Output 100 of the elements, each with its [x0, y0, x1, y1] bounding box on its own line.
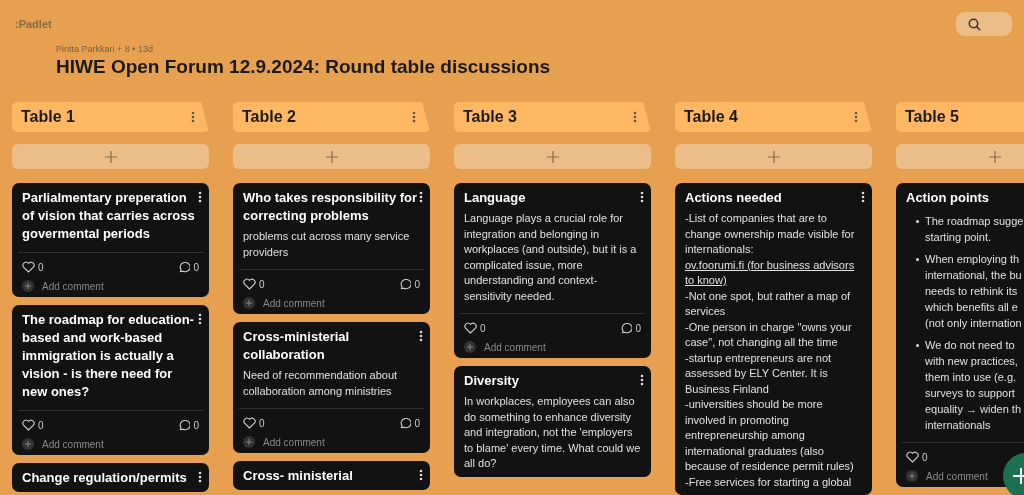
bullet-text: (not only internation [925, 316, 1022, 331]
heart-icon [243, 417, 256, 429]
bullet-icon [916, 344, 919, 347]
post-card[interactable] [675, 183, 872, 495]
plus-icon [767, 150, 780, 163]
speech-bubble-icon [178, 419, 191, 431]
bullet-text: We do not need to [925, 338, 1016, 353]
like-button[interactable]: 0 [22, 419, 44, 431]
add-comment-button[interactable]: Add comment [22, 438, 104, 450]
more-icon[interactable] [419, 330, 423, 342]
post-text: Need of recommendation about collaboration among ministries [243, 368, 399, 399]
like-button[interactable]: 0 [464, 322, 486, 334]
post-card[interactable]: Cross-ministerial collaboration Need of recommendation about collaboration among ministries 0 0 Add comment [233, 322, 430, 453]
post-card[interactable]: The roadmap for education-based and work-based immigration is actually a vision - is there need for new ones? 0 0 Add comment [12, 305, 209, 455]
plus-circle-icon [243, 436, 255, 448]
post-text: -universities should be more involved in promoting entrepreneurship among international graduates (also because of residence permit rules) [685, 397, 855, 474]
post-card[interactable]: Who takes responsibility for correcting problems problems cut across many service providers 0 0 Add comment [233, 183, 430, 314]
column-title: Table 2 [242, 108, 296, 126]
post-link[interactable]: ov.foorumi.fi (for business advisors to know) [685, 257, 862, 289]
comment-button[interactable]: 0 [399, 278, 420, 290]
column-title: Table 4 [684, 108, 738, 126]
comment-button[interactable]: 0 [399, 417, 420, 429]
post-title: Action points [906, 189, 991, 207]
post-text: Language plays a crucial role for integration and belonging in workplaces (and outside), but it is a complicated issue, more understanding and context-sensitivity needed. [464, 211, 638, 304]
bullet-text: needs to rethink its [925, 284, 1019, 299]
add-comment-button[interactable]: Add comment [906, 470, 988, 482]
post-title: Diversity [464, 372, 520, 390]
more-icon[interactable] [861, 191, 865, 203]
post-card[interactable]: Language Language plays a crucial role for integration and belonging in workplaces (and outside), but it is a complicated issue, more understanding and context-sensitivity needed. 0 0 Add comment [454, 183, 651, 358]
heart-icon [22, 419, 35, 431]
post-card[interactable]: Cross- ministerial [233, 461, 430, 490]
more-icon[interactable] [198, 471, 202, 483]
add-comment-button[interactable]: Add comment [22, 280, 104, 292]
plus-icon [988, 150, 1001, 163]
post-card[interactable]: Change regulation/permits [12, 463, 209, 492]
comment-button[interactable]: 0 [178, 261, 199, 273]
speech-bubble-icon [399, 417, 412, 429]
add-comment-button[interactable]: Add comment [243, 297, 325, 309]
post-title: Cross- ministerial [243, 467, 354, 485]
speech-bubble-icon [620, 322, 633, 334]
post-title: Actions needed [685, 189, 783, 207]
speech-bubble-icon [178, 261, 191, 273]
plus-icon [546, 150, 559, 163]
bullet-text: which benefits all e [925, 300, 1019, 315]
bullet-text: The roadmap sugge [925, 214, 1024, 229]
comment-button[interactable]: 0 [178, 419, 199, 431]
column-title: Table 5 [905, 108, 959, 126]
column-title: Table 3 [463, 108, 517, 126]
heart-icon [243, 278, 256, 290]
heart-icon [906, 451, 919, 463]
bullet-text: internationals [925, 418, 992, 433]
post-title: Language [464, 189, 527, 207]
plus-circle-icon [22, 438, 34, 450]
speech-bubble-icon [399, 278, 412, 290]
heart-icon [464, 322, 477, 334]
post-card[interactable]: Diversity In workplaces, employees can also do something to enhance diversity and integration, not the 'employers to blame' every time. What could we all do? [454, 366, 651, 477]
like-button[interactable]: 0 [22, 261, 44, 273]
comment-button[interactable]: 0 [620, 322, 641, 334]
search-button[interactable] [956, 12, 1012, 36]
bullet-text: starting point. [925, 230, 993, 245]
post-text: In workplaces, employees can also do something to enhance diversity and integration, not the 'employers to blame' every time. What could we all do? [464, 394, 641, 471]
plus-circle-icon [464, 341, 476, 353]
add-comment-button[interactable]: Add comment [464, 341, 546, 353]
board-title: HIWE Open Forum 12.9.2024: Round table discussions [56, 56, 552, 78]
more-icon[interactable] [198, 313, 202, 325]
like-button[interactable]: 0 [243, 278, 265, 290]
bullet-text: surveys to support [925, 386, 1016, 401]
more-icon[interactable] [640, 191, 644, 203]
post-text: -startup entrepreneurs are not assessed by ELY Center. It is Business Finland [685, 350, 833, 397]
add-comment-button[interactable]: Add comment [243, 436, 325, 448]
post-title: The roadmap for education-based and work-based immigration is actually a vision - is there need for new ones? [22, 311, 195, 401]
post-title: Parlialmentary preperation of vision that carries across govermental periods [22, 189, 196, 243]
post-text: problems cut across many service providers [243, 229, 411, 260]
post-title: Who takes responsibility for correcting problems [243, 189, 419, 225]
post-title: Change regulation/permits [22, 469, 188, 487]
more-icon[interactable] [198, 191, 202, 203]
bullet-text: them into use (e.g. [925, 370, 1018, 385]
plus-circle-icon [22, 280, 34, 292]
heart-icon [22, 261, 35, 273]
more-icon[interactable] [419, 469, 423, 481]
search-icon [968, 17, 981, 31]
bullet-icon [916, 220, 919, 223]
bullet-text: When employing th [925, 252, 1021, 267]
post-card[interactable]: Parlialmentary preperation of vision that carries across govermental periods 0 0 Add comment [12, 183, 209, 297]
column-title: Table 1 [21, 108, 75, 126]
post-text: -Not one spot, but rather a map of services [685, 288, 852, 319]
post-title: Cross-ministerial collaboration [243, 328, 351, 364]
plus-circle-icon [243, 297, 255, 309]
like-button[interactable]: 0 [243, 417, 265, 429]
more-icon[interactable] [640, 374, 644, 386]
more-icon[interactable] [419, 191, 423, 203]
like-button[interactable]: 0 [906, 451, 928, 463]
post-text: -Free services for starting a global [685, 474, 853, 490]
plus-icon [104, 150, 117, 163]
plus-icon [325, 150, 338, 163]
bullet-text: equality → widen th [925, 402, 1021, 417]
bullet-text: with new practices, [925, 354, 1019, 369]
post-text: -List of companies that are to change ownership made visible for internationals: ov.foorumi.fi (for business advisors to know) [685, 211, 862, 289]
bullet-icon [916, 258, 919, 261]
post-text: -One person in charge "owns your case", not changing all the time [685, 319, 853, 350]
